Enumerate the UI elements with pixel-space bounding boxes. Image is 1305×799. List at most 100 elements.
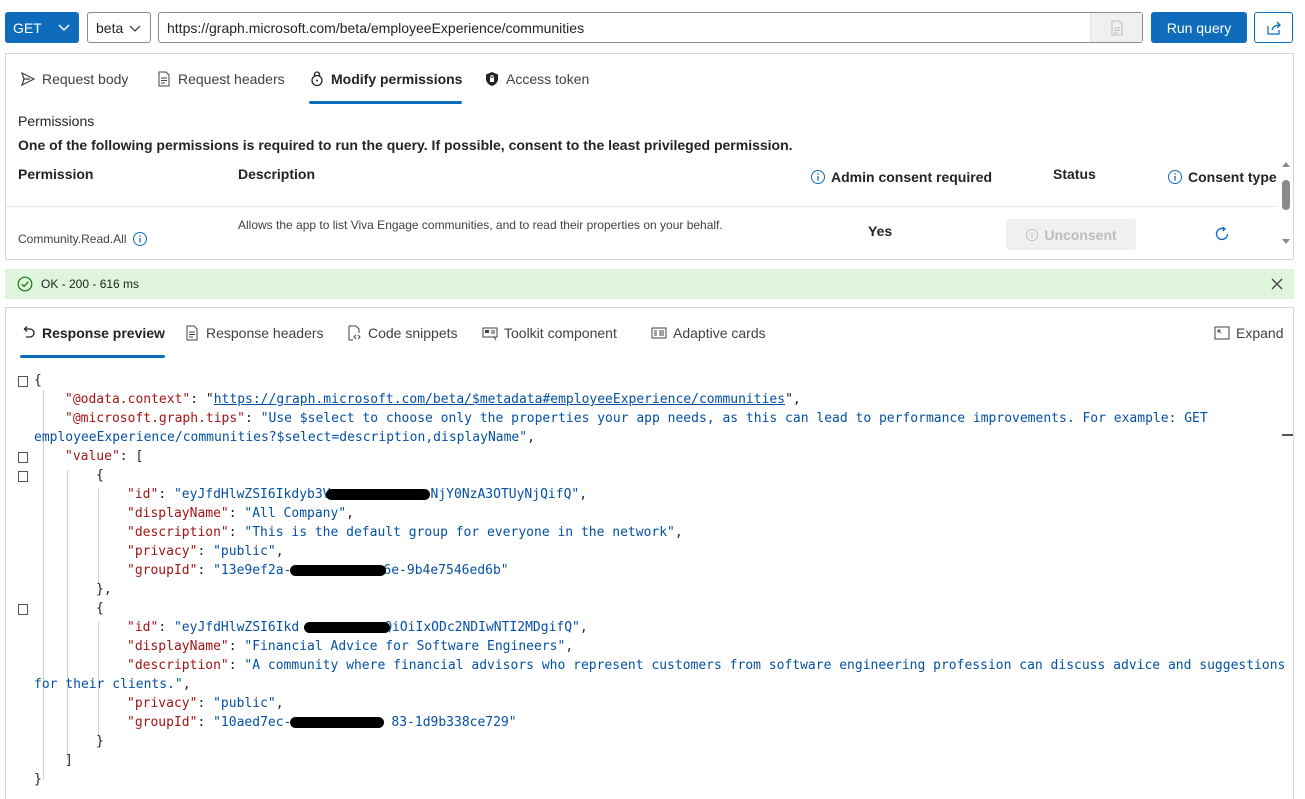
scroll-down-icon[interactable] [1281,238,1291,246]
tab-response-preview[interactable]: Response preview [20,308,165,358]
row-divider [6,206,1278,207]
fold-toggle[interactable] [18,604,28,615]
column-admin-consent: Admin consent required [810,169,992,185]
json-key: "@microsoft.graph.tips" [65,411,246,426]
json-line: { [96,468,104,483]
refresh-icon[interactable] [1213,225,1231,243]
json-string: "public" [213,544,276,559]
json-key: "description" [127,658,229,673]
status-text: OK - 200 - 616 ms [41,277,140,291]
fold-toggle[interactable] [18,452,28,463]
info-icon[interactable] [1167,169,1183,185]
document-icon [1111,20,1122,35]
component-icon [482,327,498,341]
document-icon [158,71,170,87]
share-icon [1266,21,1281,35]
permission-cell: Community.Read.All [18,231,148,247]
scroll-up-icon[interactable] [1281,160,1291,168]
json-string: "public" [213,696,276,711]
redaction-mark [326,489,430,500]
tab-adaptive-cards[interactable]: Adaptive cards [651,308,766,358]
column-status: Status [1053,166,1096,182]
scroll-thumb[interactable] [1282,180,1290,210]
json-string: "This is the default group for everyone … [244,525,675,540]
json-line: for their clients.", [34,677,191,692]
json-key: "groupId" [127,715,198,730]
share-button[interactable] [1254,12,1293,43]
json-key: "description" [127,525,229,540]
json-line: "displayName": "Financial Advice for Sof… [127,639,574,654]
tab-request-body[interactable]: Request body [20,54,128,104]
fold-toggle[interactable] [18,376,28,387]
json-string: QiOiIxODc2NDIwNTI2MDgifQ" [384,620,580,635]
method-dropdown[interactable]: GET [5,12,79,43]
json-line: { [34,373,42,388]
chevron-down-icon [58,24,70,32]
json-line: employeeExperience/communities?$select=d… [34,430,535,445]
checkmark-circle-icon [17,276,33,292]
json-string: "13e9ef2a- [213,563,292,578]
indent-guide [67,470,68,760]
request-panel: Request body Request headers Modify perm… [5,53,1294,260]
json-link[interactable]: https://graph.microsoft.com/beta/$metada… [214,392,785,407]
json-line: } [96,734,104,749]
tab-request-headers[interactable]: Request headers [156,54,285,104]
column-consent-type: Consent type [1167,169,1277,185]
chevron-down-icon [129,25,141,32]
run-query-button[interactable]: Run query [1151,12,1247,43]
json-key: "id" [127,487,159,502]
url-input[interactable]: https://graph.microsoft.com/beta/employe… [158,12,1143,43]
json-key: "value" [65,449,120,464]
unconsent-button[interactable]: Unconsent [1006,219,1136,250]
shield-lock-icon [486,72,498,86]
version-dropdown[interactable]: beta [87,12,151,43]
tab-code-snippets[interactable]: Code snippets [346,308,458,358]
info-icon[interactable] [810,169,826,185]
permission-name: Community.Read.All [18,232,127,246]
json-key: "displayName" [127,639,229,654]
json-line: } [34,772,42,787]
json-line: "description": "A community where financ… [127,658,1286,673]
tab-label: Request body [42,71,129,87]
tab-label: Modify permissions [331,71,463,87]
version-label: beta [96,19,124,36]
lock-icon [311,71,323,87]
json-string: 83-1d9b338ce729" [391,715,517,730]
tab-access-token[interactable]: Access token [484,54,589,104]
json-line: { [96,601,104,616]
tab-label: Adaptive cards [673,325,766,341]
code-file-icon [348,325,361,341]
unconsent-label: Unconsent [1044,226,1117,243]
url-text: https://graph.microsoft.com/beta/employe… [167,19,585,36]
json-line: }, [96,582,112,597]
scroll-marker [1282,434,1293,436]
expand-label: Expand [1236,325,1284,341]
info-icon[interactable] [132,231,148,247]
json-string: "A community where financial advisors wh… [244,658,1286,673]
send-icon [20,71,36,87]
indent-guide [43,390,44,780]
tab-toolkit-component[interactable]: Toolkit component [482,308,617,358]
permissions-title: Permissions [18,113,95,129]
close-icon[interactable] [1270,277,1284,291]
expand-button[interactable]: Expand [1214,308,1283,358]
active-tab-indicator [20,355,165,358]
json-line: ] [65,753,73,768]
json-string: "eyJfdHlwZSI6Ikd [173,620,300,635]
json-key: "@odata.context" [65,392,191,407]
json-line: "value": [ [65,449,144,464]
json-line: "description": "This is the default grou… [127,525,683,540]
redaction-mark [290,717,384,728]
tab-response-headers[interactable]: Response headers [184,308,324,358]
admin-consent-value: Yes [868,223,893,239]
tab-label: Request headers [178,71,285,87]
copy-url-button[interactable] [1090,13,1142,42]
redaction-mark [290,565,386,576]
json-line: "privacy": "public", [127,544,284,559]
fold-toggle[interactable] [18,471,28,482]
json-key: "privacy" [127,696,198,711]
tab-modify-permissions[interactable]: Modify permissions [309,54,463,104]
json-line: "privacy": "public", [127,696,284,711]
column-label: Admin consent required [831,169,993,185]
json-line: "displayName": "All Company", [127,506,354,521]
